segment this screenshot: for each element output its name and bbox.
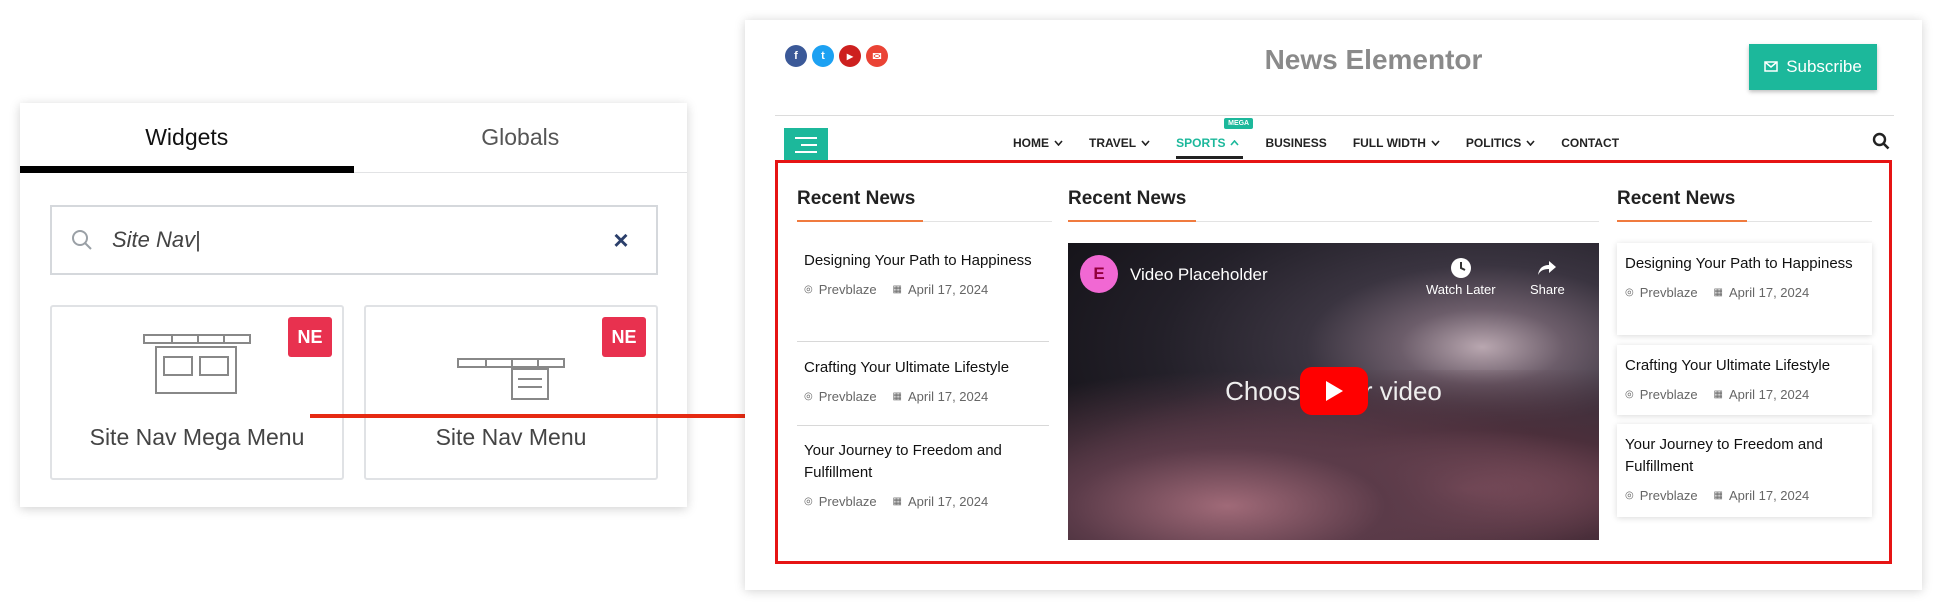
play-button[interactable] xyxy=(1300,367,1368,415)
column-heading: Recent News xyxy=(797,188,916,209)
ne-badge: NE xyxy=(288,317,332,357)
post-title[interactable]: Your Journey to Freedom and Fulfillment xyxy=(1625,434,1864,478)
search-icon xyxy=(52,229,112,251)
chevron-down-icon xyxy=(1526,140,1535,146)
share-icon xyxy=(1538,261,1557,275)
tab-globals[interactable]: Globals xyxy=(354,103,688,172)
post-title[interactable]: Designing Your Path to Happiness xyxy=(804,250,1044,272)
header-divider xyxy=(775,115,1894,116)
list-item[interactable]: Designing Your Path to Happiness ◎ Prevbl… xyxy=(1617,243,1872,335)
nav-item-politics[interactable]: POLITICS xyxy=(1466,136,1535,150)
user-icon: ◎ xyxy=(1625,490,1634,501)
post-meta: ◎ Prevblaze ▦ April 17, 2024 xyxy=(804,494,989,509)
nav-item-full-width[interactable]: FULL WIDTH xyxy=(1353,136,1440,150)
post-meta: ◎ Prevblaze ▦ April 17, 2024 xyxy=(1625,285,1810,300)
chevron-down-icon xyxy=(1054,140,1063,146)
list-item[interactable]: Crafting Your Ultimate Lifestyle ◎ Prevbl… xyxy=(804,357,1044,404)
widget-search-input[interactable]: Site Nav| × xyxy=(50,205,658,275)
clock-icon xyxy=(1450,258,1471,278)
main-nav: HOME TRAVEL SPORTS MEGA BUSINESS FULL WID… xyxy=(1013,118,1645,159)
tab-widgets[interactable]: Widgets xyxy=(20,103,354,173)
share-button[interactable]: Share xyxy=(1530,257,1565,297)
nav-item-travel[interactable]: TRAVEL xyxy=(1089,136,1150,150)
divider xyxy=(797,341,1049,342)
divider xyxy=(797,425,1049,426)
editor-panel: Widgets Globals Site Nav| × NE Site Nav … xyxy=(20,103,687,507)
heading-accent xyxy=(1068,220,1196,222)
post-title[interactable]: Crafting Your Ultimate Lifestyle xyxy=(1625,355,1864,377)
search-icon[interactable] xyxy=(1872,132,1890,155)
post-meta: ◎ Prevblaze ▦ April 17, 2024 xyxy=(1625,488,1810,503)
site-title[interactable]: News Elementor xyxy=(745,44,1922,76)
video-title: Video Placeholder xyxy=(1130,265,1268,284)
post-title[interactable]: Crafting Your Ultimate Lifestyle xyxy=(804,357,1044,379)
ne-badge: NE xyxy=(602,317,646,357)
calendar-icon: ▦ xyxy=(1713,490,1723,501)
play-icon xyxy=(1326,381,1343,401)
widget-site-nav-menu[interactable]: NE Site Nav Menu xyxy=(364,305,658,480)
post-title[interactable]: Your Journey to Freedom and Fulfillment xyxy=(804,440,1044,484)
calendar-icon: ▦ xyxy=(892,496,902,507)
calendar-icon: ▦ xyxy=(892,284,902,295)
clear-search-button[interactable]: × xyxy=(586,225,656,256)
list-item[interactable]: Your Journey to Freedom and Fulfillment … xyxy=(1617,424,1872,517)
column-heading: Recent News xyxy=(1068,188,1187,209)
calendar-icon: ▦ xyxy=(892,391,902,402)
mega-tag: MEGA xyxy=(1224,118,1254,129)
chevron-down-icon xyxy=(1141,140,1150,146)
user-icon: ◎ xyxy=(804,496,813,507)
heading-accent xyxy=(1617,220,1747,222)
elementor-logo-icon: E xyxy=(1080,255,1118,293)
widget-label: Site Nav Mega Menu xyxy=(89,424,305,450)
subscribe-label: Subscribe xyxy=(1786,57,1862,76)
heading-accent xyxy=(797,220,923,222)
list-item[interactable]: Crafting Your Ultimate Lifestyle ◎ Prevbl… xyxy=(1617,345,1872,415)
list-item[interactable]: Designing Your Path to Happiness ◎ Prevbl… xyxy=(804,250,1044,297)
user-icon: ◎ xyxy=(804,391,813,402)
post-meta: ◎ Prevblaze ▦ April 17, 2024 xyxy=(804,282,989,297)
post-meta: ◎ Prevblaze ▦ April 17, 2024 xyxy=(804,389,989,404)
widget-site-nav-mega-menu[interactable]: NE Site Nav Mega Menu xyxy=(50,305,344,480)
list-item[interactable]: Your Journey to Freedom and Fulfillment … xyxy=(804,440,1044,509)
nav-item-business[interactable]: BUSINESS xyxy=(1265,136,1326,150)
mail-icon xyxy=(1764,57,1778,77)
calendar-icon: ▦ xyxy=(1713,389,1723,400)
panel-tabs: Widgets Globals xyxy=(20,103,687,173)
pointer-arrow xyxy=(310,396,776,436)
user-icon: ◎ xyxy=(804,284,813,295)
search-value: Site Nav| xyxy=(112,227,201,252)
menu-toggle-icon[interactable] xyxy=(784,128,828,162)
user-icon: ◎ xyxy=(1625,287,1634,298)
calendar-icon: ▦ xyxy=(1713,287,1723,298)
subscribe-button[interactable]: Subscribe xyxy=(1749,44,1877,90)
nav-item-sports[interactable]: SPORTS MEGA xyxy=(1176,118,1254,159)
nav-item-contact[interactable]: CONTACT xyxy=(1561,136,1619,150)
video-player[interactable]: E Video Placeholder Watch Later Share Ch… xyxy=(1068,243,1599,540)
chevron-up-icon xyxy=(1230,140,1240,146)
mega-menu-icon xyxy=(142,333,252,400)
post-meta: ◎ Prevblaze ▦ April 17, 2024 xyxy=(1625,387,1810,402)
nav-item-home[interactable]: HOME xyxy=(1013,136,1063,150)
user-icon: ◎ xyxy=(1625,389,1634,400)
post-title[interactable]: Designing Your Path to Happiness xyxy=(1625,253,1864,275)
column-heading: Recent News xyxy=(1617,188,1736,209)
watch-later-button[interactable]: Watch Later xyxy=(1426,257,1496,297)
chevron-down-icon xyxy=(1431,140,1440,146)
